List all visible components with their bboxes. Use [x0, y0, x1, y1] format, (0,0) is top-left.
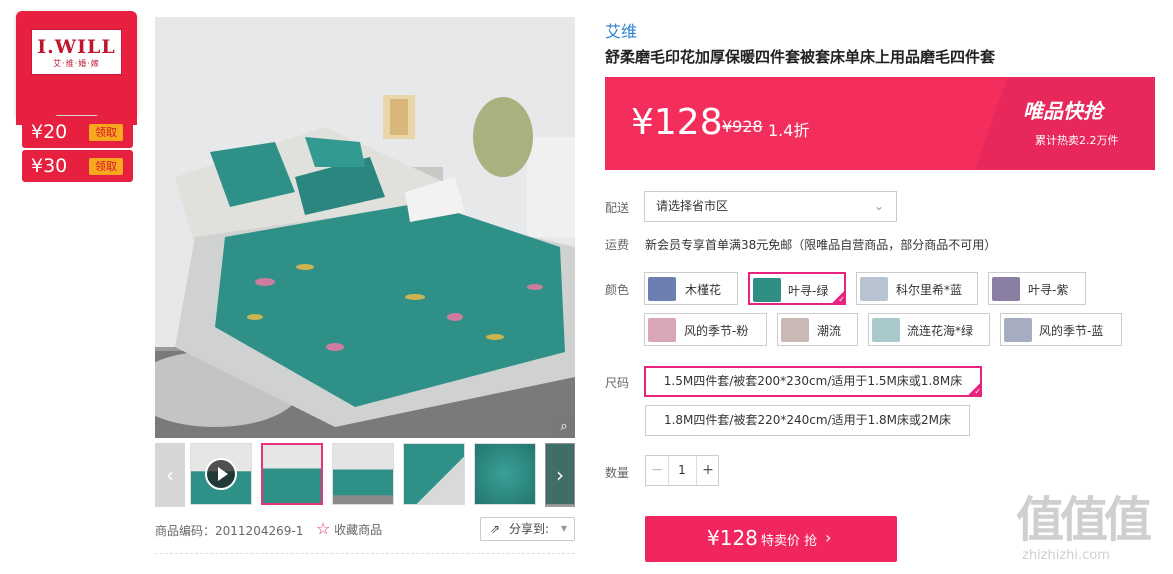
color-option[interactable]: 潮流: [777, 313, 858, 346]
size-label: 尺码: [605, 376, 630, 390]
color-option-label: 流连花海*绿: [907, 324, 974, 338]
promo-title: 唯品快抢: [1023, 99, 1103, 123]
thumb-next-button[interactable]: ›: [545, 443, 575, 507]
color-swatch: [753, 278, 781, 302]
share-label: 分享到:: [509, 522, 550, 536]
color-option-label: 科尔里希*蓝: [896, 283, 963, 297]
favorite-link[interactable]: ☆ 收藏商品: [316, 519, 382, 538]
delivery-label: 配送: [605, 201, 630, 215]
quantity-label: 数量: [605, 466, 630, 480]
quantity-stepper[interactable]: − 1 +: [645, 455, 719, 486]
color-option[interactable]: 木槿花: [644, 272, 738, 305]
share-icon: ⇗: [490, 522, 501, 536]
color-option[interactable]: 风的季节-粉: [644, 313, 767, 346]
current-price: ¥128: [631, 102, 723, 143]
region-select[interactable]: 请选择省市区 ⌄: [644, 191, 897, 222]
color-option-label: 木槿花: [685, 283, 722, 297]
product-code-value: 2011204269-1: [215, 524, 304, 538]
buy-price: ¥128: [707, 526, 758, 550]
minus-button[interactable]: −: [646, 456, 669, 485]
watermark-logo: 值值值: [1016, 492, 1152, 548]
coupon-claim-button[interactable]: 领取: [89, 124, 123, 141]
price-band: ¥128 ¥928 1.4折 唯品快抢 累计热卖2.2万件: [605, 77, 1155, 170]
bedding-photo: [155, 17, 575, 438]
original-price: ¥928: [722, 117, 763, 136]
buy-button[interactable]: ¥128 特卖价 抢 ›: [645, 516, 897, 562]
buy-text: 特卖价 抢: [761, 534, 818, 549]
brand-logo: I.WILL 艾·维·婚·嫁: [31, 29, 122, 75]
color-swatch: [992, 277, 1020, 301]
color-option-label: 叶寻-绿: [788, 284, 829, 298]
divider: [155, 553, 575, 554]
promo-sub: 累计热卖2.2万件: [1035, 134, 1119, 147]
coupon-claim-button[interactable]: 领取: [89, 158, 123, 175]
thumb-2[interactable]: [332, 443, 394, 505]
size-option-label: 1.5M四件套/被套200*230cm/适用于1.5M床或1.8M床: [663, 374, 963, 388]
zoom-icon[interactable]: ⌕: [553, 416, 575, 438]
thumb-1[interactable]: [261, 443, 323, 505]
check-icon: ✓: [831, 290, 845, 304]
color-option[interactable]: 科尔里希*蓝: [856, 272, 978, 305]
chevron-down-icon: ▼: [560, 524, 567, 533]
brand-card[interactable]: I.WILL 艾·维·婚·嫁: [16, 11, 137, 125]
quantity-input[interactable]: 1: [669, 456, 695, 485]
size-option-selected[interactable]: 1.5M四件套/被套200*230cm/适用于1.5M床或1.8M床 ✓: [644, 366, 982, 397]
brand-logo-sub: 艾·维·婚·嫁: [53, 59, 100, 68]
plus-button[interactable]: +: [696, 456, 719, 485]
thumb-4[interactable]: [474, 443, 536, 505]
product-code: 商品编码：2011204269-1: [155, 522, 303, 539]
product-code-label: 商品编码：: [155, 524, 216, 538]
color-swatch: [648, 318, 676, 342]
coupon-30[interactable]: ¥30 领取: [22, 150, 133, 182]
product-title: 舒柔磨毛印花加厚保暖四件套被套床单床上用品磨毛四件套: [605, 48, 996, 66]
coupon-amount: ¥30: [31, 155, 68, 177]
color-swatch: [860, 277, 888, 301]
shipping-text: 新会员专享首单满38元免邮（限唯品自营商品，部分商品不可用）: [645, 238, 997, 252]
discount: 1.4折: [768, 121, 810, 140]
thumb-3[interactable]: [403, 443, 465, 505]
color-option[interactable]: 流连花海*绿: [868, 313, 990, 346]
chevron-right-icon: ›: [825, 528, 832, 547]
color-option-label: 风的季节-粉: [684, 324, 749, 338]
watermark: 值值值 zhizhizhi.com: [1016, 492, 1152, 563]
color-swatch: [872, 318, 900, 342]
color-option[interactable]: 风的季节-蓝: [1000, 313, 1122, 346]
color-option-label: 风的季节-蓝: [1039, 324, 1104, 338]
check-icon: ✓: [967, 382, 981, 396]
shipping-label: 运费: [605, 238, 630, 252]
coupon-20[interactable]: ¥20 领取: [22, 116, 133, 148]
size-option-label: 1.8M四件套/被套220*240cm/适用于1.8M床或2M床: [663, 413, 952, 427]
share-button[interactable]: ⇗ 分享到: ▼: [480, 517, 575, 541]
coupon-amount: ¥20: [31, 121, 68, 143]
color-swatch: [781, 318, 809, 342]
favorite-label: 收藏商品: [334, 523, 383, 537]
star-icon: ☆: [316, 519, 331, 538]
main-product-image[interactable]: [155, 17, 575, 438]
watermark-domain: zhizhizhi.com: [1022, 548, 1110, 563]
color-label: 颜色: [605, 283, 630, 297]
color-option[interactable]: 叶寻-紫: [988, 272, 1086, 305]
thumb-prev-button[interactable]: ‹: [155, 443, 185, 507]
color-swatch: [1004, 318, 1032, 342]
color-swatch: [648, 277, 676, 301]
color-option-selected[interactable]: 叶寻-绿 ✓: [748, 272, 846, 305]
brand-link[interactable]: 艾维: [605, 18, 637, 42]
color-option-label: 潮流: [817, 324, 842, 338]
color-option-label: 叶寻-紫: [1028, 283, 1069, 297]
region-select-value: 请选择省市区: [656, 199, 729, 213]
chevron-down-icon: ⌄: [873, 199, 884, 213]
brand-logo-name: I.WILL: [37, 36, 116, 58]
thumb-video[interactable]: [190, 443, 252, 505]
size-option[interactable]: 1.8M四件套/被套220*240cm/适用于1.8M床或2M床: [645, 405, 970, 436]
